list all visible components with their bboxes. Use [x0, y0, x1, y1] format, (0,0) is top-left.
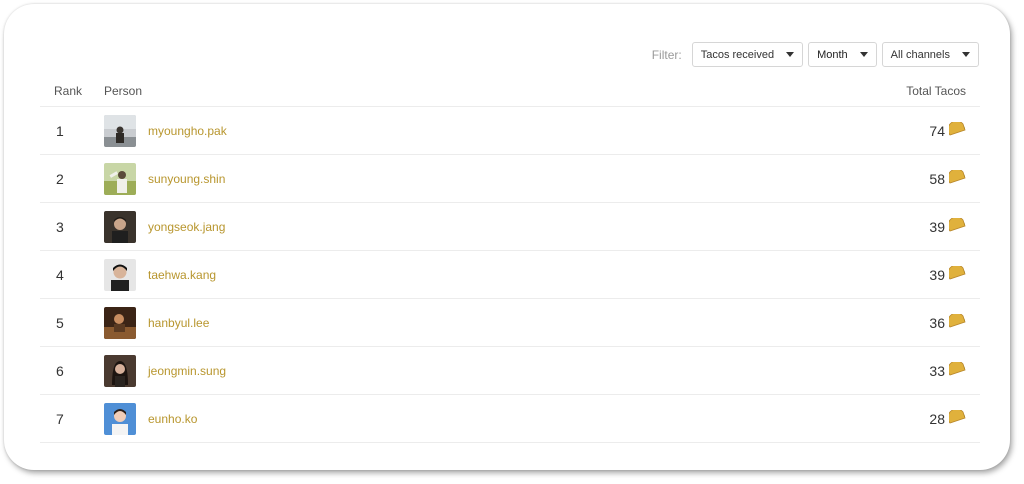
- rank-cell: 7: [56, 410, 64, 427]
- table-header: Rank Person Total Tacos: [40, 76, 980, 107]
- period-value: Month: [817, 48, 848, 61]
- taco-icon: [947, 312, 966, 331]
- avatar[interactable]: [104, 114, 136, 147]
- total-value: 28: [929, 410, 945, 427]
- person-link[interactable]: sunyoung.shin: [148, 172, 860, 186]
- total-cell: 58: [860, 168, 980, 187]
- rank-cell: 3: [56, 218, 64, 235]
- column-header-rank: Rank: [54, 84, 83, 98]
- table-row: 2 sunyoung.shin 58: [40, 155, 980, 203]
- table-row: 6 jeongmin.sung 33: [40, 347, 980, 395]
- rank-cell: 2: [56, 170, 64, 187]
- caret-down-icon: [962, 52, 970, 57]
- taco-icon: [947, 408, 966, 427]
- taco-type-dropdown[interactable]: Tacos received: [691, 42, 804, 67]
- caret-down-icon: [859, 52, 868, 57]
- filter-bar: Filter: Tacos received Month All channel…: [652, 42, 979, 67]
- avatar[interactable]: [104, 354, 136, 387]
- table-row: 5 hanbyul.lee 36: [40, 299, 980, 347]
- taco-icon: [947, 168, 966, 187]
- column-header-total: Total Tacos: [906, 84, 966, 98]
- total-value: 74: [929, 122, 945, 139]
- total-cell: 39: [860, 264, 980, 283]
- person-link[interactable]: yongseok.jang: [148, 220, 860, 234]
- rank-cell: 4: [56, 266, 64, 283]
- period-dropdown[interactable]: Month: [808, 42, 877, 67]
- taco-icon: [947, 360, 966, 379]
- caret-down-icon: [786, 52, 795, 57]
- person-link[interactable]: taehwa.kang: [148, 268, 860, 282]
- table-row: 7 eunho.ko 28: [40, 395, 980, 443]
- leaderboard-table: Rank Person Total Tacos 1 myoungho.pak 7…: [40, 76, 980, 443]
- total-value: 58: [929, 170, 945, 187]
- leaderboard-card: Filter: Tacos received Month All channel…: [4, 4, 1010, 470]
- person-link[interactable]: eunho.ko: [148, 412, 860, 426]
- total-cell: 39: [860, 216, 980, 235]
- avatar[interactable]: [104, 258, 136, 291]
- filter-label: Filter:: [651, 47, 682, 62]
- avatar[interactable]: [104, 210, 136, 243]
- channel-value: All channels: [890, 48, 950, 61]
- total-value: 39: [929, 266, 945, 283]
- avatar[interactable]: [104, 306, 136, 339]
- rank-cell: 5: [56, 314, 64, 331]
- rank-cell: 6: [56, 362, 64, 379]
- total-cell: 74: [860, 120, 980, 139]
- avatar[interactable]: [104, 402, 136, 435]
- total-value: 33: [929, 362, 945, 379]
- table-row: 4 taehwa.kang 39: [40, 251, 980, 299]
- rank-cell: 1: [56, 122, 64, 139]
- taco-icon: [947, 216, 966, 235]
- taco-type-value: Tacos received: [700, 48, 775, 61]
- column-header-person: Person: [104, 84, 143, 98]
- channel-dropdown[interactable]: All channels: [881, 42, 979, 67]
- person-link[interactable]: myoungho.pak: [148, 124, 860, 138]
- person-link[interactable]: hanbyul.lee: [148, 316, 860, 330]
- taco-icon: [947, 264, 966, 283]
- total-cell: 33: [860, 360, 980, 379]
- avatar[interactable]: [104, 162, 136, 195]
- total-cell: 28: [860, 408, 980, 427]
- taco-icon: [947, 120, 966, 139]
- table-row: 1 myoungho.pak 74: [40, 107, 980, 155]
- total-cell: 36: [860, 312, 980, 331]
- total-value: 39: [929, 218, 945, 235]
- total-value: 36: [929, 314, 945, 331]
- person-link[interactable]: jeongmin.sung: [148, 364, 860, 378]
- table-row: 3 yongseok.jang 39: [40, 203, 980, 251]
